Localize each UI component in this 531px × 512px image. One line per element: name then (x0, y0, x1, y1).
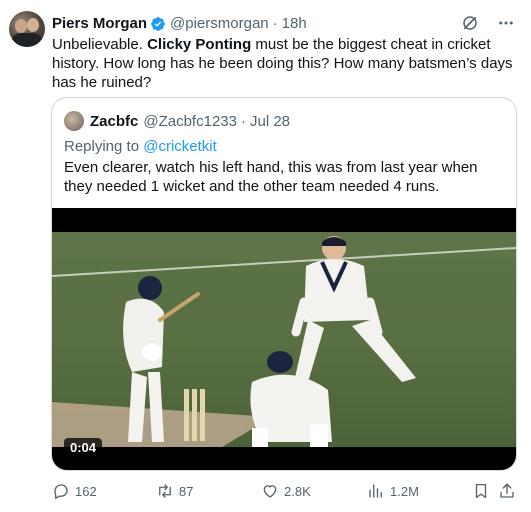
quoted-author-avatar[interactable] (64, 111, 84, 131)
replying-to: Replying to @cricketkit (64, 138, 217, 155)
like-count: 2.8K (284, 483, 311, 499)
share-button[interactable] (498, 481, 516, 501)
reply-icon (54, 484, 68, 500)
views-button[interactable]: 1.2M (367, 481, 419, 501)
tweet-text-bold: Clicky Ponting (147, 36, 252, 53)
quoted-author-name[interactable]: Zacbfc (90, 113, 138, 130)
quoted-tweet-header: Zacbfc @Zacbfc1233 · Jul 28 (64, 110, 290, 132)
bookmark-icon (475, 483, 487, 499)
tweet-header: Piers Morgan @piersmorgan · 18h (52, 14, 521, 34)
quoted-author-handle[interactable]: @Zacbfc1233 (143, 113, 237, 130)
tweet-text: Unbelievable. Clicky Ponting must be the… (52, 35, 518, 92)
repost-button[interactable]: 87 (156, 481, 193, 501)
repost-icon (159, 484, 171, 498)
repost-count: 87 (179, 483, 194, 499)
tweet-time[interactable]: 18h (282, 14, 307, 34)
views-count: 1.2M (390, 483, 419, 499)
quoted-tweet[interactable]: Zacbfc @Zacbfc1233 · Jul 28 Replying to … (51, 97, 517, 471)
share-icon (500, 483, 514, 498)
action-bar: 162 87 2.8K 1.2M (52, 481, 518, 501)
quoted-tweet-date[interactable]: Jul 28 (250, 113, 290, 130)
video-player[interactable]: 0:04 (52, 208, 516, 470)
author-handle[interactable]: @piersmorgan (170, 14, 269, 34)
reply-count: 162 (75, 483, 97, 499)
separator-dot: · (272, 15, 278, 32)
video-timestamp: 0:04 (64, 438, 103, 457)
views-icon (369, 484, 382, 498)
verified-badge-icon (151, 17, 165, 31)
quoted-separator-dot: · (240, 112, 246, 130)
reply-button[interactable]: 162 (52, 481, 97, 501)
bookmark-button[interactable] (472, 481, 490, 501)
more-icon[interactable] (497, 14, 515, 32)
stumps (184, 389, 205, 441)
replying-to-mention[interactable]: @cricketkit (143, 138, 217, 155)
author-avatar[interactable] (9, 11, 45, 47)
like-icon (263, 485, 277, 498)
replying-to-label: Replying to (64, 138, 144, 155)
grok-icon[interactable] (461, 14, 479, 32)
tweet-text-before: Unbelievable. (52, 36, 148, 53)
like-button[interactable]: 2.8K (261, 481, 311, 501)
quoted-tweet-text: Even clearer, watch his left hand, this … (64, 159, 478, 195)
video-frame (52, 232, 516, 447)
author-name[interactable]: Piers Morgan (52, 14, 147, 34)
